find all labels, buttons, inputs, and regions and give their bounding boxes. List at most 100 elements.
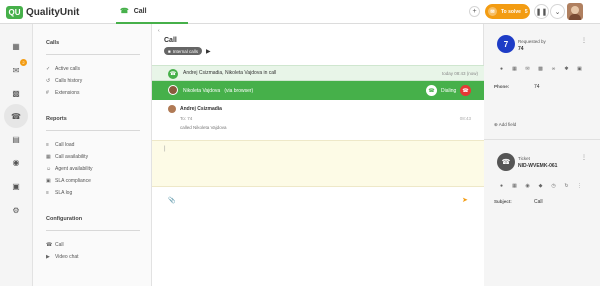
menu-item-call-load[interactable]: ≡ Call load: [46, 142, 74, 148]
menu-item-label: Agent availability: [55, 166, 93, 172]
menu-item-sla-compliance[interactable]: ▣ SLA compliance: [46, 178, 91, 184]
building-icon[interactable]: ▣: [9, 179, 23, 193]
chevron-down-icon: ⌄: [554, 8, 561, 16]
tag-icon[interactable]: ◆: [536, 182, 545, 190]
logo[interactable]: QU QualityUnit: [6, 5, 79, 19]
menu-item-active-calls[interactable]: ✓ Active calls: [46, 66, 80, 72]
video-icon: ▶: [46, 254, 50, 260]
divider: [46, 230, 140, 231]
menu-item-call[interactable]: ☎ Call: [46, 242, 64, 248]
back-chevron-icon[interactable]: ‹: [158, 28, 160, 34]
inbox-icon: ✉: [488, 7, 497, 16]
agent-icon: ☺: [46, 166, 52, 172]
more-icon[interactable]: ⋮: [581, 37, 587, 44]
to-solve-count: 5: [524, 8, 528, 15]
ticket-id[interactable]: NID-WVEMK-061: [518, 163, 557, 169]
icon-rail: ▦ ✉ 2 ▩ ☎ ▤ ◉ ▣ ⚙: [0, 24, 33, 286]
check-icon: ✓: [46, 66, 51, 72]
call-event-time: today 08:43 (now): [441, 71, 478, 76]
message-recipient: To: 74: [180, 116, 193, 121]
hangup-button[interactable]: ☎: [460, 85, 471, 96]
to-solve-label: To solve: [501, 8, 521, 15]
slack-icon[interactable]: ✱: [562, 65, 571, 73]
dashboard-icon[interactable]: ▦: [9, 39, 23, 53]
top-bar: QU QualityUnit ☎ Call + ✉ To solve 5 ❚❚ …: [0, 0, 600, 24]
gear-icon[interactable]: ⚙: [9, 203, 23, 217]
brand-icon[interactable]: ▣: [575, 65, 584, 73]
chat-icon[interactable]: ▩: [9, 86, 23, 100]
phone-icon: ☎: [120, 8, 129, 15]
tab-call-label: Call: [133, 7, 147, 15]
divider: [46, 130, 140, 131]
menu-item-call-availability[interactable]: ▦ Call availability: [46, 154, 88, 160]
clock-icon[interactable]: ◷: [549, 182, 558, 190]
call-event-bar: ☎ Andrej Csizmadia, Nikoleta Vajdova in …: [152, 65, 484, 81]
menu-item-label: Active calls: [55, 66, 81, 72]
chat-icon[interactable]: ▩: [536, 65, 545, 73]
phone-value: 74: [534, 84, 540, 90]
requested-by-label: Requested by: [518, 39, 546, 44]
composer[interactable]: 📎 ➤: [152, 187, 484, 286]
call-detail: ‹ Call ■ Internal calls ▶ ☎ Andrej Csizm…: [152, 24, 484, 286]
history-icon[interactable]: ↻: [562, 182, 571, 190]
menu-item-label: Extensions: [55, 90, 80, 96]
add-field-button[interactable]: ⊕ Add field: [494, 122, 516, 128]
subject-value: Call: [534, 199, 543, 205]
menu-item-label: SLA log: [55, 190, 73, 196]
participant-via: (via browser): [224, 88, 254, 94]
pause-icon: ❚❚: [535, 8, 548, 16]
menu-item-agent-availability[interactable]: ☺ Agent availability: [46, 166, 93, 172]
add-tag-icon[interactable]: ▶: [206, 48, 211, 55]
history-icon: ↺: [46, 78, 51, 84]
more-icon[interactable]: ⋮: [575, 182, 584, 190]
status-button[interactable]: ❚❚: [534, 4, 549, 19]
add-button[interactable]: +: [469, 6, 480, 17]
requested-by-value: 74: [518, 46, 524, 52]
logo-badge: QU: [6, 5, 23, 19]
menu-button[interactable]: ⌄: [550, 4, 565, 19]
phone-label: Phone:: [494, 84, 510, 89]
tag-internal-calls[interactable]: ■ Internal calls: [164, 47, 202, 55]
attach-icon[interactable]: 📎: [168, 197, 175, 204]
people-icon[interactable]: ◉: [523, 182, 532, 190]
dialing-status: Dialing: [441, 88, 457, 94]
phone-icon[interactable]: ☎: [426, 85, 437, 96]
contacts-icon[interactable]: ◉: [9, 155, 23, 169]
menu-item-calls-history[interactable]: ↺ Calls history: [46, 78, 82, 84]
card-icon[interactable]: ▦: [510, 65, 519, 73]
card-icon[interactable]: ▦: [510, 182, 519, 190]
avatar[interactable]: [567, 3, 583, 20]
menu-item-label: Video chat: [55, 254, 79, 260]
message-time: 08:43: [459, 116, 471, 121]
menu-item-sla-log[interactable]: ≡ SLA log: [46, 190, 72, 196]
mail-badge: 2: [20, 59, 27, 66]
menu-item-video-chat[interactable]: ▶ Video chat: [46, 254, 79, 260]
dialing-participant: Nikoleta Vajdova (via browser): [183, 88, 253, 94]
requester-avatar[interactable]: 7: [497, 35, 515, 53]
log-icon: ≡: [46, 190, 49, 196]
tab-call[interactable]: ☎ Call: [116, 0, 188, 24]
tag-row: ■ Internal calls ▶: [164, 47, 211, 55]
phone-icon[interactable]: ☎: [4, 104, 28, 128]
mail-icon[interactable]: ✉: [523, 65, 532, 73]
send-icon[interactable]: ➤: [462, 196, 468, 204]
cursor: |: [164, 146, 166, 152]
call-event-text: Andrej Csizmadia, Nikoleta Vajdova in ca…: [183, 70, 277, 76]
divider: [484, 139, 600, 140]
to-solve-pill[interactable]: ✉ To solve 5: [485, 4, 530, 19]
mail-icon[interactable]: ✉ 2: [9, 59, 27, 77]
menu-item-extensions[interactable]: # Extensions: [46, 90, 79, 96]
tickets-icon[interactable]: ▤: [9, 132, 23, 146]
sla-icon: ▣: [46, 178, 51, 184]
more-icon[interactable]: ⋮: [581, 154, 587, 161]
menu-item-label: Call: [55, 242, 64, 248]
note-area[interactable]: |: [152, 140, 484, 187]
grid-icon: ▦: [46, 154, 51, 160]
avatar: [168, 85, 178, 95]
participant-name: Nikoleta Vajdova: [183, 88, 221, 94]
user-icon[interactable]: ●: [497, 65, 506, 73]
link-icon[interactable]: ∞: [549, 65, 558, 73]
user-icon[interactable]: ●: [497, 182, 506, 190]
message-author: Andrej Csizmadia: [180, 106, 222, 112]
list-icon: ≡: [46, 142, 49, 148]
